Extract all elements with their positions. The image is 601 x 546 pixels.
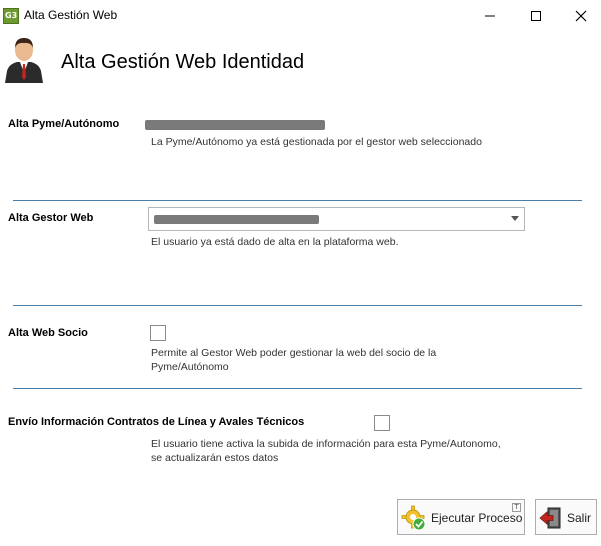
app-icon: G3 [3, 8, 19, 24]
contratos-checkbox[interactable] [374, 415, 390, 431]
gestor-label: Alta Gestor Web [8, 212, 94, 224]
exit-button[interactable]: Salir [535, 499, 597, 535]
redacted-pyme-name [145, 120, 325, 130]
separator [13, 305, 582, 306]
separator [13, 388, 582, 389]
gestor-select[interactable] [148, 207, 525, 231]
close-button[interactable] [558, 0, 601, 31]
socio-description: Permite al Gestor Web poder gestionar la… [151, 347, 437, 373]
separator [13, 200, 582, 201]
socio-label: Alta Web Socio [8, 327, 88, 339]
pyme-description: La Pyme/Autónomo ya está gestionada por … [151, 136, 482, 148]
gear-check-icon [401, 505, 426, 531]
chevron-down-icon[interactable] [511, 216, 519, 221]
maximize-button[interactable] [513, 0, 559, 31]
minimize-button[interactable] [467, 0, 513, 31]
contratos-description: El usuario tiene activa la subida de inf… [151, 438, 501, 464]
socio-checkbox[interactable] [150, 325, 166, 341]
gestor-description: El usuario ya está dado de alta en la pl… [151, 236, 399, 248]
close-icon [575, 10, 587, 22]
hotkey-badge: T [512, 503, 521, 512]
title-bar: G3 Alta Gestión Web [0, 0, 601, 31]
contratos-label: Envío Información Contratos de Línea y A… [8, 416, 305, 428]
redacted-gestor-value [154, 215, 319, 224]
exit-door-icon [539, 507, 561, 529]
minimize-icon [485, 15, 495, 17]
page-title: Alta Gestión Web Identidad [61, 51, 305, 73]
execute-process-button[interactable]: Ejecutar Proceso T [397, 499, 525, 535]
execute-process-label: Ejecutar Proceso [431, 511, 523, 525]
user-avatar-icon [3, 33, 45, 83]
window-title: Alta Gestión Web [24, 8, 118, 22]
pyme-label: Alta Pyme/Autónomo [8, 118, 120, 130]
exit-label: Salir [567, 511, 592, 525]
maximize-icon [531, 11, 541, 21]
